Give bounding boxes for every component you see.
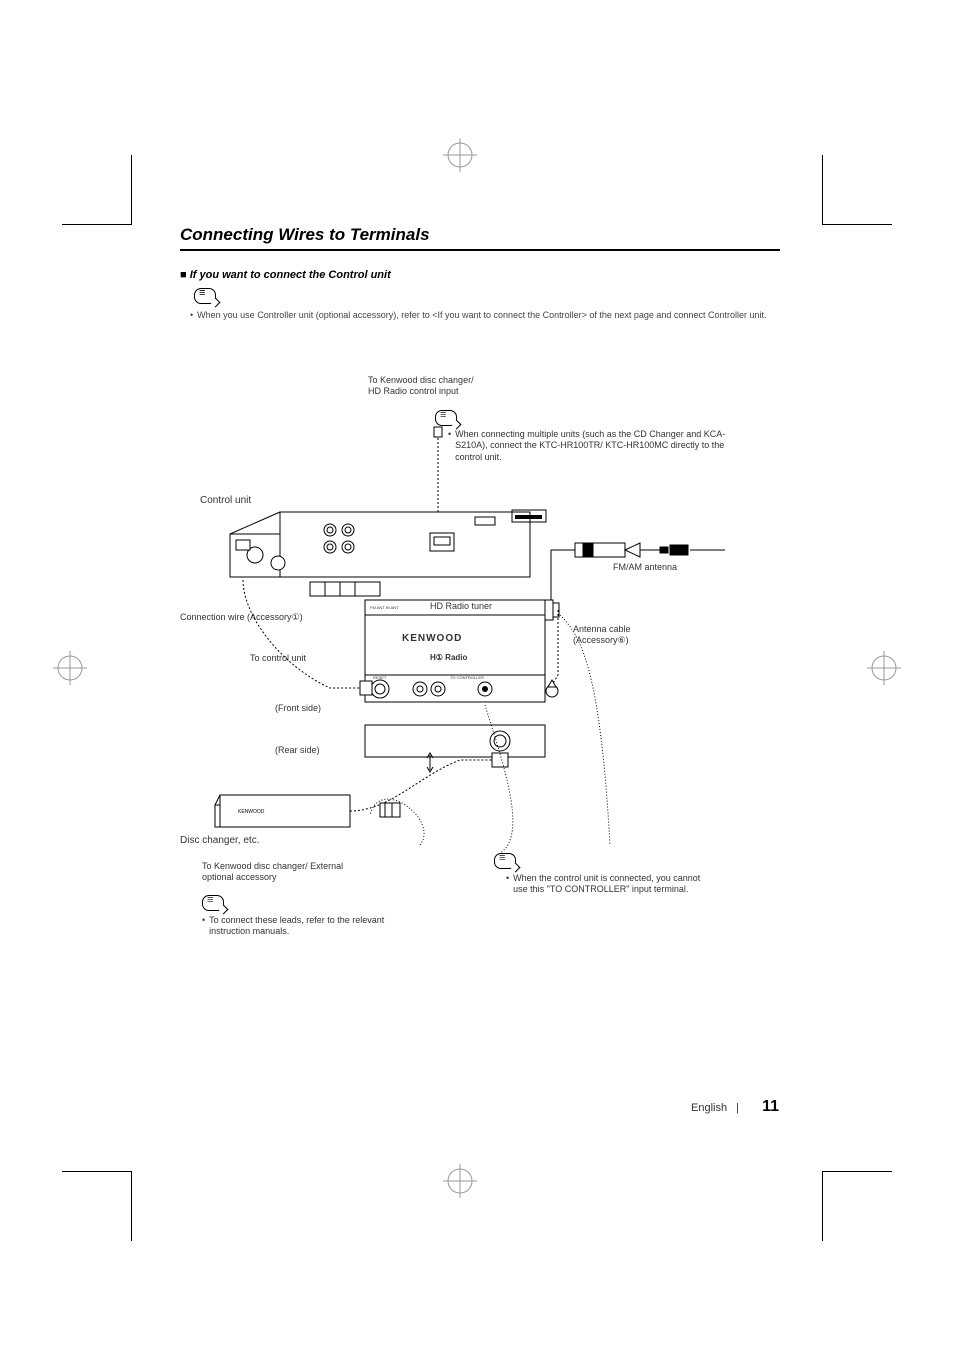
page-title: Connecting Wires to Terminals: [180, 225, 780, 251]
tuner-top-tiny: FM ANT IN ANT: [370, 605, 399, 610]
note-icon: [194, 288, 216, 304]
label-hd-tuner: HD Radio tuner: [430, 601, 492, 612]
label-ext-opt: To Kenwood disc changer/ External option…: [202, 861, 377, 884]
footer-page-number: 11: [762, 1098, 779, 1115]
multi-note: •When connecting multiple units (such as…: [448, 429, 728, 463]
label-to-control: To control unit: [250, 653, 306, 664]
kenwood-logo: KENWOOD: [402, 633, 462, 646]
label-conn-wire: Connection wire (Accessory①): [180, 612, 303, 623]
footer-lang: English: [691, 1102, 727, 1114]
label-disc-changer: Disc changer, etc.: [180, 835, 259, 848]
tuner-bot2: TO CONTROLLER: [450, 675, 484, 680]
manuals-note: •To connect these leads, refer to the re…: [202, 915, 402, 938]
crop-mark-tr: [822, 155, 892, 225]
note-icon: [435, 410, 457, 426]
hd-radio-logo: H① Radio: [430, 653, 467, 663]
label-control-unit: Control unit: [200, 495, 251, 508]
page-content: Connecting Wires to Terminals ■ If you w…: [180, 225, 780, 322]
section-subtitle: ■ If you want to connect the Control uni…: [180, 269, 780, 281]
crop-mark-tl: [62, 155, 132, 225]
top-note-text: When you use Controller unit (optional a…: [197, 309, 766, 322]
crop-mark-br: [822, 1171, 892, 1241]
wiring-diagram: KENWOOD To Kenwood disc changer/ HD Radi…: [180, 375, 780, 955]
crop-mark-bl: [62, 1171, 132, 1241]
label-ant-cable: Antenna cable (Accessory⑥): [573, 624, 631, 647]
label-fmam: FM/AM antenna: [613, 562, 677, 573]
note-icon: [494, 853, 516, 869]
label-front: (Front side): [275, 703, 321, 714]
svg-text:KENWOOD: KENWOOD: [238, 809, 265, 815]
tuner-bot1: RESET: [373, 675, 386, 680]
note-icon: [202, 895, 224, 911]
page-footer: English | 11: [691, 1098, 779, 1116]
top-note: •When you use Controller unit (optional …: [180, 309, 780, 322]
controller-note: •When the control unit is connected, you…: [506, 873, 716, 896]
label-rear: (Rear side): [275, 745, 320, 756]
label-top: To Kenwood disc changer/ HD Radio contro…: [368, 375, 474, 398]
